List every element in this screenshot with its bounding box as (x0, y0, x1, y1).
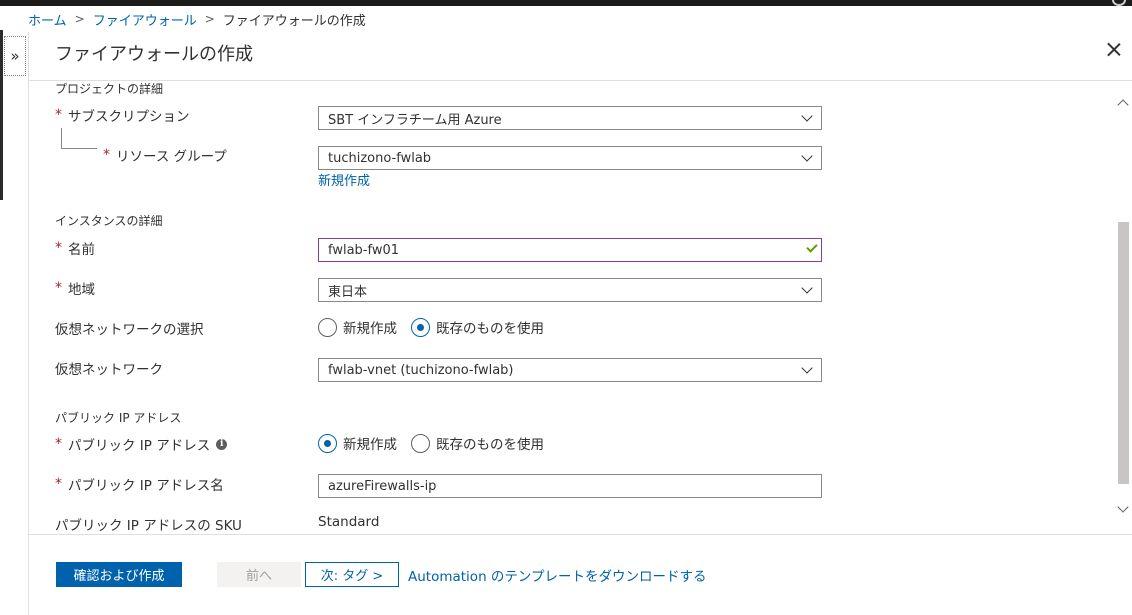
page-title: ファイアウォールの作成 (55, 44, 253, 65)
public-ip-use-existing-label: 既存のものを使用 (436, 437, 544, 453)
required-marker: * (55, 107, 62, 123)
required-marker: * (55, 240, 62, 256)
vnet-label: 仮想ネットワーク (55, 362, 163, 378)
vnet-create-new-option[interactable]: 新規作成 (318, 317, 397, 337)
subscription-label: * サブスクリプション (55, 105, 190, 125)
background-edge (0, 30, 3, 200)
vnet-dropdown[interactable]: fwlab-vnet (tuchizono-fwlab) (318, 358, 822, 382)
vnet-use-existing-label: 既存のものを使用 (436, 321, 544, 337)
required-marker: * (55, 476, 62, 492)
public-ip-create-new-label: 新規作成 (343, 437, 397, 453)
public-ip-name-label: * パブリック IP アドレス名 (55, 474, 224, 494)
subscription-dropdown[interactable]: SBT インフラチーム用 Azure (318, 106, 822, 130)
public-ip-label: * パブリック IP アドレス i (55, 434, 228, 454)
resource-group-dropdown[interactable]: tuchizono-fwlab (318, 146, 822, 170)
resource-group-label-text: リソース グループ (116, 149, 227, 165)
sku-label: パブリック IP アドレスの SKU (55, 518, 242, 534)
vnet-choice-label: 仮想ネットワークの選択 (55, 322, 204, 338)
breadcrumb-home-link[interactable]: ホーム (28, 10, 67, 29)
region-dropdown[interactable]: 東日本 (318, 278, 822, 302)
required-marker: * (103, 147, 110, 163)
name-input[interactable] (318, 238, 822, 262)
create-firewall-blade: ファイアウォールの作成 プロジェクトの詳細 * サブスクリプション SBT イン… (28, 32, 1132, 615)
double-chevron-right-icon: » (10, 47, 20, 65)
required-marker: * (55, 280, 62, 296)
chevron-right-icon: > (74, 12, 85, 26)
name-label: * 名前 (55, 238, 95, 258)
public-ip-label-text: パブリック IP アドレス (68, 438, 211, 454)
chevron-right-icon: > (204, 12, 215, 26)
vnet-use-existing-option[interactable]: 既存のものを使用 (411, 317, 544, 337)
chevron-down-icon (801, 150, 813, 162)
public-ip-name-input[interactable] (318, 474, 822, 498)
subscription-value: SBT インフラチーム用 Azure (328, 112, 502, 128)
scroll-thumb[interactable] (1118, 222, 1129, 484)
vnet-choice-radio-group: 新規作成 既存のものを使用 (318, 317, 558, 337)
settings-icon[interactable] (1092, 0, 1132, 6)
expand-panel-button[interactable]: » (4, 36, 26, 76)
close-icon[interactable] (1102, 38, 1126, 62)
breadcrumb: ホーム > ファイアウォール > ファイアウォールの作成 (28, 9, 366, 29)
radio-button-selected[interactable] (411, 317, 430, 337)
subscription-label-text: サブスクリプション (68, 109, 190, 125)
review-create-button[interactable]: 確認および作成 (56, 562, 182, 587)
instance-details-heading: インスタンスの詳細 (55, 214, 163, 228)
previous-button: 前へ (217, 562, 301, 587)
radio-button-selected[interactable] (318, 433, 337, 453)
breadcrumb-firewall-link[interactable]: ファイアウォール (93, 10, 197, 29)
tree-connector (61, 128, 97, 149)
sku-value: Standard (318, 514, 380, 530)
next-tags-button[interactable]: 次: タグ > (305, 562, 399, 587)
vnet-create-new-label: 新規作成 (343, 321, 397, 337)
radio-button[interactable] (318, 317, 337, 337)
create-resource-group-link[interactable]: 新規作成 (318, 170, 370, 189)
chevron-down-icon (801, 362, 813, 374)
required-marker: * (55, 436, 62, 452)
scrollbar[interactable] (1113, 92, 1132, 520)
region-label-text: 地域 (68, 282, 95, 298)
public-ip-name-label-text: パブリック IP アドレス名 (68, 478, 224, 494)
region-label: * 地域 (55, 278, 95, 298)
name-label-text: 名前 (68, 242, 95, 258)
public-ip-heading: パブリック IP アドレス (55, 411, 182, 425)
resource-group-label: * リソース グループ (103, 145, 227, 165)
vnet-value: fwlab-vnet (tuchizono-fwlab) (328, 362, 514, 378)
top-bar (0, 0, 1132, 6)
scroll-down-icon[interactable] (1116, 502, 1130, 516)
public-ip-radio-group: 新規作成 既存のものを使用 (318, 433, 558, 453)
region-value: 東日本 (328, 284, 368, 300)
chevron-down-icon (801, 282, 813, 294)
info-icon[interactable]: i (216, 438, 228, 450)
scroll-up-icon[interactable] (1116, 96, 1130, 110)
header-divider (29, 80, 1132, 81)
download-template-link[interactable]: Automation のテンプレートをダウンロードする (408, 565, 707, 585)
footer-divider (29, 534, 1132, 535)
chevron-down-icon (801, 110, 813, 122)
breadcrumb-current: ファイアウォールの作成 (222, 13, 366, 29)
public-ip-use-existing-option[interactable]: 既存のものを使用 (411, 433, 544, 453)
radio-button[interactable] (411, 433, 430, 453)
project-details-heading: プロジェクトの詳細 (55, 82, 164, 96)
resource-group-value: tuchizono-fwlab (328, 150, 432, 166)
public-ip-create-new-option[interactable]: 新規作成 (318, 433, 397, 453)
